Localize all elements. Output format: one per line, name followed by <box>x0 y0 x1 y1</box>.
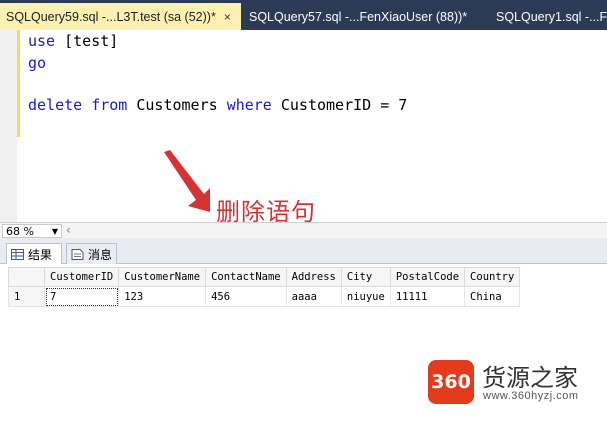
column-header[interactable]: PostalCode <box>389 267 466 287</box>
table-cell[interactable]: 456 <box>205 286 287 307</box>
watermark-title: 货源之家 <box>482 364 578 392</box>
column-header[interactable]: Country <box>464 267 521 287</box>
code-text: CustomerID = 7 <box>271 96 408 114</box>
zoom-select[interactable]: 68 % ▼ <box>2 224 62 238</box>
code-line-1[interactable]: use [test] <box>28 32 118 50</box>
message-icon <box>71 248 84 260</box>
tab-results[interactable]: 结果 <box>6 243 62 264</box>
row-number-header[interactable] <box>8 267 45 287</box>
document-tab-bar: SQLQuery59.sql -...L3T.test (sa (52))* ×… <box>0 0 607 30</box>
results-grid[interactable]: CustomerID CustomerName ContactName Addr… <box>0 264 607 436</box>
results-tab-strip: 结果 消息 <box>0 238 607 264</box>
watermark-badge: 360 <box>428 360 474 404</box>
header-row: CustomerID CustomerName ContactName Addr… <box>8 267 521 287</box>
table-cell[interactable]: aaaa <box>285 286 342 307</box>
close-icon[interactable]: × <box>224 10 231 24</box>
code-text: [test] <box>55 32 119 50</box>
table-cell[interactable]: 11111 <box>389 286 466 307</box>
results-table: CustomerID CustomerName ContactName Addr… <box>8 267 521 307</box>
change-indicator-bar <box>17 30 20 137</box>
keyword-use: use <box>28 32 56 50</box>
editor-gutter <box>0 30 17 222</box>
column-header[interactable]: City <box>340 267 391 287</box>
keyword-where: where <box>226 96 272 114</box>
tab-messages[interactable]: 消息 <box>66 243 117 264</box>
table-cell[interactable]: niuyue <box>340 286 391 307</box>
tab-sqlquery59[interactable]: SQLQuery59.sql -...L3T.test (sa (52))* × <box>0 3 241 30</box>
keyword-go: go <box>28 54 47 72</box>
column-header[interactable]: CustomerID <box>43 267 120 287</box>
table-cell[interactable]: China <box>464 286 521 307</box>
table-cell[interactable]: 7 <box>43 286 120 307</box>
tab-label: SQLQuery57.sql -...FenXiaoUser (88))* <box>249 9 468 24</box>
tab-messages-label: 消息 <box>88 247 113 262</box>
column-header[interactable]: ContactName <box>205 267 287 287</box>
scroll-left-icon[interactable]: ‹ <box>66 223 71 237</box>
grid-icon <box>11 248 24 260</box>
code-line-3[interactable]: delete from Customers where CustomerID =… <box>28 96 407 114</box>
tab-results-label: 结果 <box>28 247 53 262</box>
annotation-arrow-icon <box>164 150 210 212</box>
code-line-2[interactable]: go <box>28 54 46 72</box>
tab-sqlquery57[interactable]: SQLQuery57.sql -...FenXiaoUser (88))* <box>243 3 483 30</box>
zoom-bar: 68 % ▼ ‹ <box>0 222 607 238</box>
tab-label: SQLQuery59.sql -...L3T.test (sa (52))* <box>6 9 216 24</box>
watermark-url: www.360hyzj.com <box>483 390 579 402</box>
column-header[interactable]: Address <box>285 267 342 287</box>
chevron-down-icon: ▼ <box>51 226 58 236</box>
keyword-delete: delete <box>28 96 83 114</box>
column-header[interactable]: CustomerName <box>118 267 207 287</box>
zoom-value: 68 % <box>6 224 34 238</box>
table-row: 1 7 123 456 aaaa niuyue 11111 China <box>8 286 521 307</box>
code-text: Customers <box>127 96 227 114</box>
row-number[interactable]: 1 <box>8 286 45 307</box>
tab-sqlquery1[interactable]: SQLQuery1.sql -...Fe <box>490 3 607 30</box>
keyword-from: from <box>91 96 128 114</box>
watermark-logo: 360 货源之家 www.360hyzj.com <box>428 356 607 408</box>
table-cell[interactable]: 123 <box>118 286 207 307</box>
tab-label: SQLQuery1.sql -...Fe <box>496 9 607 24</box>
